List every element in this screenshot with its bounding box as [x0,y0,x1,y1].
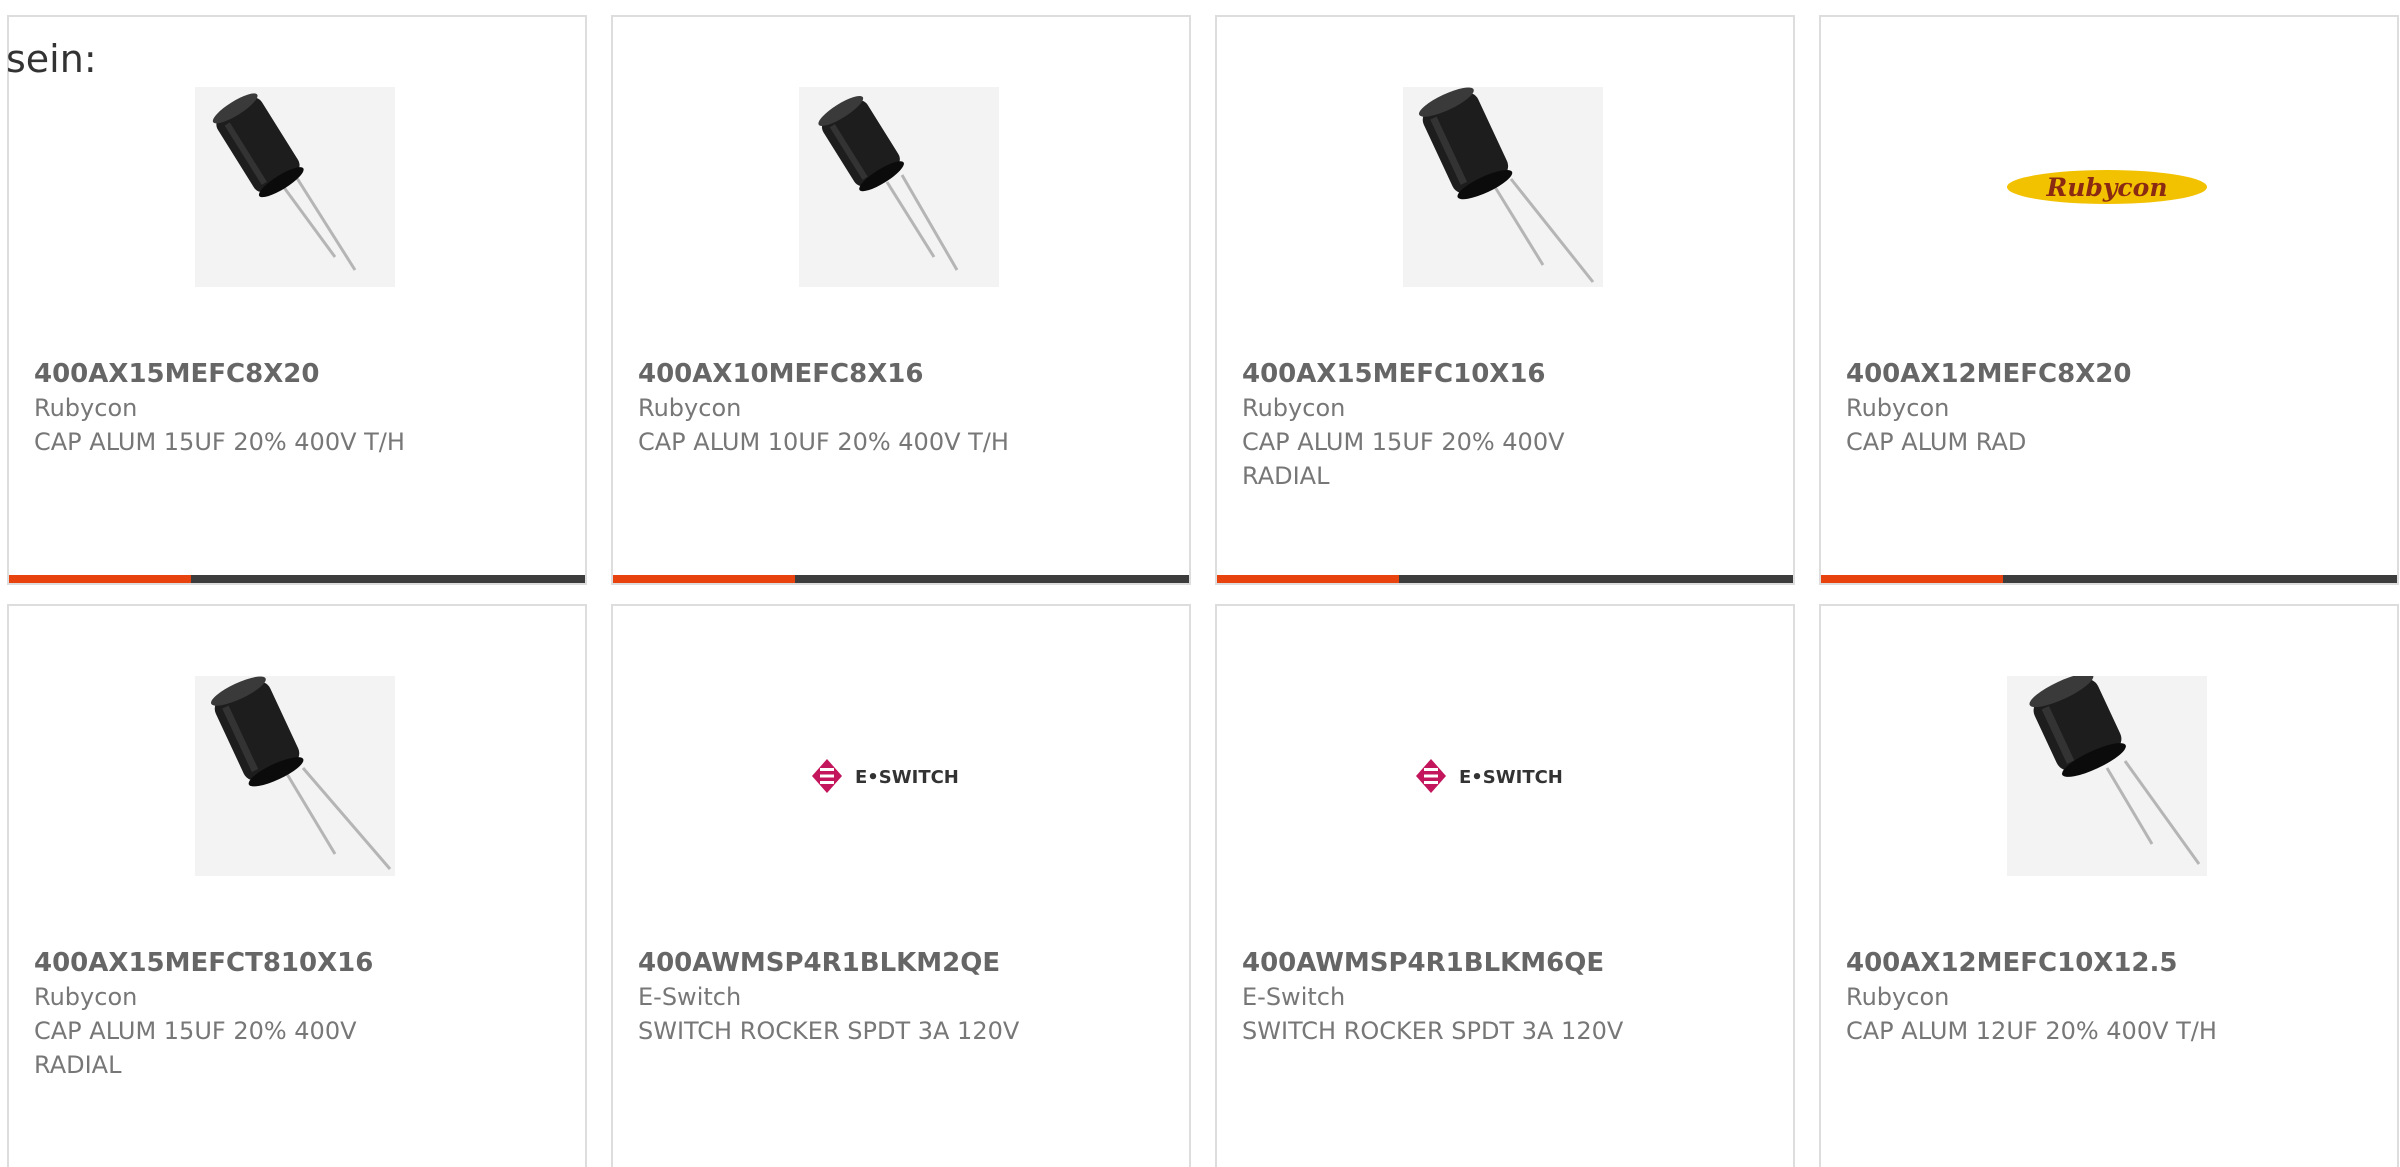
product-description: CAP ALUM RAD [1846,428,2027,456]
svg-text:E•SWITCH: E•SWITCH [1459,767,1563,788]
product-card[interactable]: 400AX12MEFC10X12.5 Rubycon CAP ALUM 12UF… [1819,604,2399,1167]
electrolytic-capacitor-icon [818,95,959,271]
product-description: CAP ALUM 10UF 20% 400V T/H [638,428,1009,456]
product-info: 400AX10MEFC8X16 Rubycon CAP ALUM 10UF 20… [638,357,1168,459]
part-number-link[interactable]: 400AX15MEFCT810X16 [34,946,564,980]
product-card[interactable]: E•SWITCH 400AWMSP4R1BLKM6QE E-Switch SWI… [1215,604,1795,1167]
product-card[interactable]: 400AX10MEFC8X16 Rubycon CAP ALUM 10UF 20… [611,15,1191,585]
part-number-link[interactable]: 400AWMSP4R1BLKM6QE [1242,946,1772,980]
svg-text:E•SWITCH: E•SWITCH [855,767,959,788]
part-number-link[interactable]: 400AX15MEFC8X20 [34,357,564,391]
product-info: 400AX15MEFCT810X16 Rubycon CAP ALUM 15UF… [34,946,564,1082]
product-image[interactable] [799,87,999,287]
product-info: 400AX15MEFC10X16 Rubycon CAP ALUM 15UF 2… [1242,357,1772,493]
card-bottom-bar [613,575,1189,583]
product-description: CAP ALUM 15UF 20% 400V RADIAL [34,1017,357,1079]
manufacturer-name: E-Switch [1242,983,1346,1011]
manufacturer-name: Rubycon [34,394,138,422]
product-description: CAP ALUM 12UF 20% 400V T/H [1846,1017,2217,1045]
svg-text:Rubycon: Rubycon [2045,173,2167,202]
product-card[interactable]: 400AX15MEFC10X16 Rubycon CAP ALUM 15UF 2… [1215,15,1795,585]
product-card[interactable]: 400AX15MEFC8X20 Rubycon CAP ALUM 15UF 20… [7,15,587,585]
electrolytic-capacitor-icon [212,93,357,271]
e-switch-logo: E•SWITCH [812,759,959,793]
product-info: 400AX12MEFC10X12.5 Rubycon CAP ALUM 12UF… [1846,946,2376,1048]
electrolytic-capacitor-icon [1419,87,1595,283]
part-number-link[interactable]: 400AWMSP4R1BLKM2QE [638,946,1168,980]
product-description: SWITCH ROCKER SPDT 3A 120V [638,1017,1020,1045]
product-card[interactable]: E•SWITCH 400AWMSP4R1BLKM2QE E-Switch SWI… [611,604,1191,1167]
electrolytic-capacitor-icon [2029,676,2201,865]
card-bottom-bar [9,575,585,583]
part-number-link[interactable]: 400AX10MEFC8X16 [638,357,1168,391]
intro-text: sein: [6,37,97,81]
product-info: 400AWMSP4R1BLKM6QE E-Switch SWITCH ROCKE… [1242,946,1772,1048]
e-switch-logo: E•SWITCH [1416,759,1563,793]
part-number-link[interactable]: 400AX15MEFC10X16 [1242,357,1772,391]
manufacturer-name: Rubycon [1846,983,1950,1011]
manufacturer-name: Rubycon [1242,394,1346,422]
rubycon-logo: Rubycon [2007,170,2207,204]
product-image[interactable]: E•SWITCH [799,676,999,876]
product-info: 400AWMSP4R1BLKM2QE E-Switch SWITCH ROCKE… [638,946,1168,1048]
product-description: CAP ALUM 15UF 20% 400V T/H [34,428,405,456]
part-number-link[interactable]: 400AX12MEFC10X12.5 [1846,946,2376,980]
manufacturer-name: E-Switch [638,983,742,1011]
product-description: SWITCH ROCKER SPDT 3A 120V [1242,1017,1624,1045]
product-info: 400AX12MEFC8X20 Rubycon CAP ALUM RAD [1846,357,2376,459]
manufacturer-name: Rubycon [638,394,742,422]
manufacturer-name: Rubycon [34,983,138,1011]
card-bottom-bar [1821,575,2397,583]
product-image[interactable] [2007,676,2207,876]
product-info: 400AX15MEFC8X20 Rubycon CAP ALUM 15UF 20… [34,357,564,459]
product-card[interactable]: 400AX15MEFCT810X16 Rubycon CAP ALUM 15UF… [7,604,587,1167]
product-grid-page: sein: 400AX15MEFC8X20 Rubycon CAP ALUM 1… [0,0,2400,1167]
product-image[interactable]: Rubycon [2007,87,2207,287]
card-bottom-bar [1217,575,1793,583]
product-image[interactable] [195,87,395,287]
product-image[interactable]: E•SWITCH [1403,676,1603,876]
manufacturer-name: Rubycon [1846,394,1950,422]
product-image[interactable] [195,676,395,876]
product-description: CAP ALUM 15UF 20% 400V RADIAL [1242,428,1565,490]
product-image[interactable] [1403,87,1603,287]
part-number-link[interactable]: 400AX12MEFC8X20 [1846,357,2376,391]
electrolytic-capacitor-icon [211,676,392,870]
product-card[interactable]: Rubycon 400AX12MEFC8X20 Rubycon CAP ALUM… [1819,15,2399,585]
